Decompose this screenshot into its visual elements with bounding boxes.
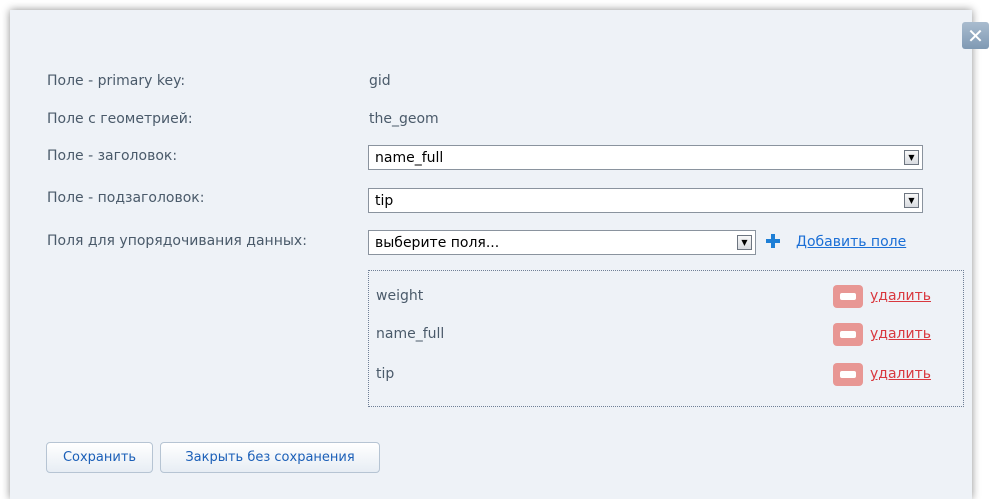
save-button[interactable]: Сохранить — [46, 442, 153, 473]
subtitle-field-label: Поле - подзаголовок: — [47, 190, 205, 206]
subtitle-field-select[interactable]: tip ▼ — [368, 188, 923, 213]
list-item: name_full удалить — [376, 322, 963, 346]
order-fields-placeholder: выберите поля... — [375, 234, 500, 251]
close-button[interactable]: ✕ — [962, 22, 989, 49]
minus-icon[interactable] — [833, 284, 863, 308]
field-name: tip — [376, 366, 395, 382]
order-fields-select[interactable]: выберите поля... ▼ — [368, 230, 756, 255]
title-field-selected: name_full — [375, 149, 444, 166]
title-field-select[interactable]: name_full ▼ — [368, 145, 923, 170]
list-item: tip удалить — [376, 362, 963, 386]
delete-link[interactable]: удалить — [870, 366, 931, 382]
chevron-down-icon[interactable]: ▼ — [904, 150, 919, 165]
close-without-save-button[interactable]: Закрыть без сохранения — [160, 442, 380, 473]
minus-icon[interactable] — [833, 322, 863, 346]
delete-control[interactable]: удалить — [833, 284, 931, 308]
geometry-field-value: the_geom — [369, 111, 439, 127]
geometry-field-label: Поле с геометрией: — [47, 111, 193, 127]
field-name: weight — [376, 288, 424, 304]
delete-link[interactable]: удалить — [870, 326, 931, 342]
add-field-link[interactable]: Добавить поле — [796, 234, 906, 250]
order-fields-label: Поля для упорядочивания данных: — [47, 233, 307, 249]
chevron-down-icon[interactable]: ▼ — [904, 193, 919, 208]
close-icon: ✕ — [967, 23, 984, 48]
delete-control[interactable]: удалить — [833, 362, 931, 386]
title-field-label: Поле - заголовок: — [47, 148, 178, 164]
field-name: name_full — [376, 326, 445, 342]
order-fields-list: weight удалить name_full удалить tip уда… — [368, 270, 964, 407]
subtitle-field-selected: tip — [375, 192, 394, 209]
minus-icon[interactable] — [833, 362, 863, 386]
list-item: weight удалить — [376, 284, 963, 308]
delete-link[interactable]: удалить — [870, 288, 931, 304]
primary-key-value: gid — [369, 73, 391, 89]
primary-key-label: Поле - primary key: — [47, 73, 186, 89]
delete-control[interactable]: удалить — [833, 322, 931, 346]
plus-icon[interactable] — [766, 234, 780, 248]
chevron-down-icon[interactable]: ▼ — [737, 235, 752, 250]
